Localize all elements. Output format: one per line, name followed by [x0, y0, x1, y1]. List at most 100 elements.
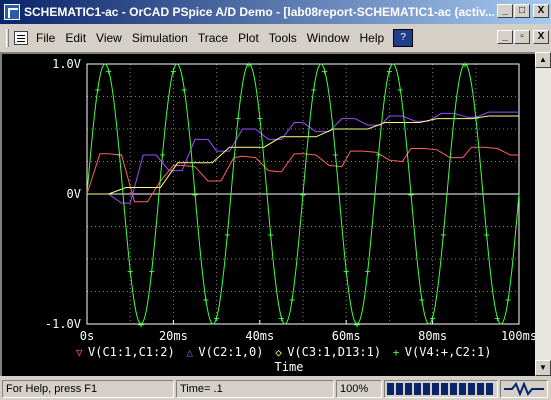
- maximize-button[interactable]: □: [514, 4, 530, 18]
- x-tick-label: 80ms: [418, 329, 447, 343]
- progress-block: [432, 383, 439, 395]
- x-tick-label: 20ms: [159, 329, 188, 343]
- progress-block: [450, 383, 457, 395]
- series-marker: +: [311, 85, 317, 96]
- series-marker: +: [257, 114, 263, 125]
- progress-block: [486, 383, 493, 395]
- series-marker: +: [484, 230, 490, 241]
- series-marker: +: [462, 60, 468, 71]
- legend-label: V(V4:+,C2:1): [405, 345, 492, 359]
- y-tick-label: 0V: [67, 187, 81, 201]
- child-close-button[interactable]: X: [533, 30, 549, 44]
- series-marker: +: [451, 114, 457, 125]
- series-marker: +: [268, 230, 274, 241]
- progress-block: [387, 383, 394, 395]
- legend-label: V(C2:1,0): [198, 345, 263, 359]
- menu-edit[interactable]: Edit: [60, 31, 91, 45]
- series-marker: +: [376, 150, 382, 161]
- legend-marker: +: [393, 346, 400, 359]
- context-help-icon[interactable]: ?: [393, 29, 414, 47]
- x-tick-label: 0s: [80, 329, 94, 343]
- series-marker: +: [408, 190, 414, 201]
- legend-label: V(C3:1,D13:1): [287, 345, 381, 359]
- menu-grip[interactable]: [6, 29, 9, 47]
- menu-help[interactable]: Help: [354, 31, 389, 45]
- legend-marker: ▽: [76, 346, 83, 359]
- series-marker: +: [300, 190, 306, 201]
- menu-tools[interactable]: Tools: [264, 31, 302, 45]
- progress-block: [405, 383, 412, 395]
- series-marker: +: [289, 295, 295, 306]
- progress-block: [414, 383, 421, 395]
- child-minimize-button[interactable]: _: [497, 30, 513, 44]
- menu-plot[interactable]: Plot: [233, 31, 264, 45]
- orcad-app-icon[interactable]: [4, 4, 20, 20]
- zoom-status: 100%: [336, 380, 382, 398]
- series-marker: +: [214, 314, 220, 325]
- y-tick-label: 1.0V: [52, 57, 81, 71]
- legend-label: V(C1:1,C1:2): [88, 345, 175, 359]
- progress-block: [468, 383, 475, 395]
- series-marker: +: [397, 85, 403, 96]
- menu-trace[interactable]: Trace: [193, 31, 233, 45]
- series-marker: +: [354, 320, 360, 331]
- status-bar: For Help, press F1 Time= .1 100%: [0, 378, 551, 400]
- scroll-down-arrow-icon[interactable]: ▼: [535, 360, 551, 376]
- series-marker: +: [192, 190, 198, 201]
- close-button[interactable]: X: [533, 4, 549, 18]
- progress-block: [459, 383, 466, 395]
- series-marker: +: [365, 266, 371, 277]
- series-marker: +: [149, 266, 155, 277]
- series-marker: +: [430, 314, 436, 325]
- y-tick-label: -1.0V: [45, 317, 81, 331]
- x-tick-label: 100ms: [501, 329, 535, 343]
- series-marker: +: [505, 295, 511, 306]
- menu-bar: File Edit View Simulation Trace Plot Too…: [0, 26, 551, 50]
- probe-plot[interactable]: -1.0V 0V 1.0V 0s 20ms 40ms 60ms 80ms 100ms + + + + + +…: [2, 54, 535, 376]
- series-marker: +: [386, 66, 392, 77]
- window-title: SCHEMATIC1-ac - OrCAD PSpice A/D Demo - …: [24, 5, 494, 19]
- series-marker: +: [181, 85, 187, 96]
- legend-marker: ◇: [275, 346, 282, 359]
- x-axis-label: Time: [275, 360, 304, 374]
- scroll-up-arrow-icon[interactable]: ▲: [535, 52, 551, 68]
- menu-file[interactable]: File: [31, 31, 60, 45]
- series-marker: +: [343, 266, 349, 277]
- series-marker: +: [138, 320, 144, 331]
- plot-window[interactable]: -1.0V 0V 1.0V 0s 20ms 40ms 60ms 80ms 100ms + + + + + +…: [0, 52, 535, 376]
- progress-block: [441, 383, 448, 395]
- series-marker: +: [322, 66, 328, 77]
- vertical-scrollbar[interactable]: ▲ ▼: [535, 52, 551, 376]
- series-marker: +: [332, 150, 338, 161]
- series-marker: +: [106, 66, 112, 77]
- series-marker: +: [440, 230, 446, 241]
- help-status: For Help, press F1: [2, 380, 174, 398]
- minimize-button[interactable]: _: [497, 4, 513, 18]
- series-marker: +: [203, 295, 209, 306]
- series-marker: +: [116, 150, 122, 161]
- series-marker: +: [170, 66, 176, 77]
- progress-block: [396, 383, 403, 395]
- series-marker: +: [95, 85, 101, 96]
- menu-window[interactable]: Window: [302, 31, 355, 45]
- series-marker: +: [278, 314, 284, 325]
- time-status: Time= .1: [176, 380, 334, 398]
- series-marker: +: [419, 295, 425, 306]
- series-marker: +: [494, 314, 500, 325]
- progress-block: [423, 383, 430, 395]
- child-restore-button[interactable]: ▫: [514, 30, 530, 44]
- menu-view[interactable]: View: [91, 31, 127, 45]
- series-marker: +: [160, 150, 166, 161]
- series-marker: +: [224, 230, 230, 241]
- simulation-progress-bar: [384, 380, 498, 398]
- legend-marker: △: [186, 346, 193, 359]
- document-icon[interactable]: [14, 31, 28, 45]
- x-tick-label: 60ms: [332, 329, 361, 343]
- title-bar[interactable]: SCHEMATIC1-ac - OrCAD PSpice A/D Demo - …: [0, 0, 551, 24]
- menu-simulation[interactable]: Simulation: [127, 31, 193, 45]
- series-marker: +: [235, 114, 241, 125]
- series-marker: +: [246, 60, 252, 71]
- progress-block: [477, 383, 484, 395]
- x-tick-label: 40ms: [245, 329, 274, 343]
- series-marker: +: [473, 114, 479, 125]
